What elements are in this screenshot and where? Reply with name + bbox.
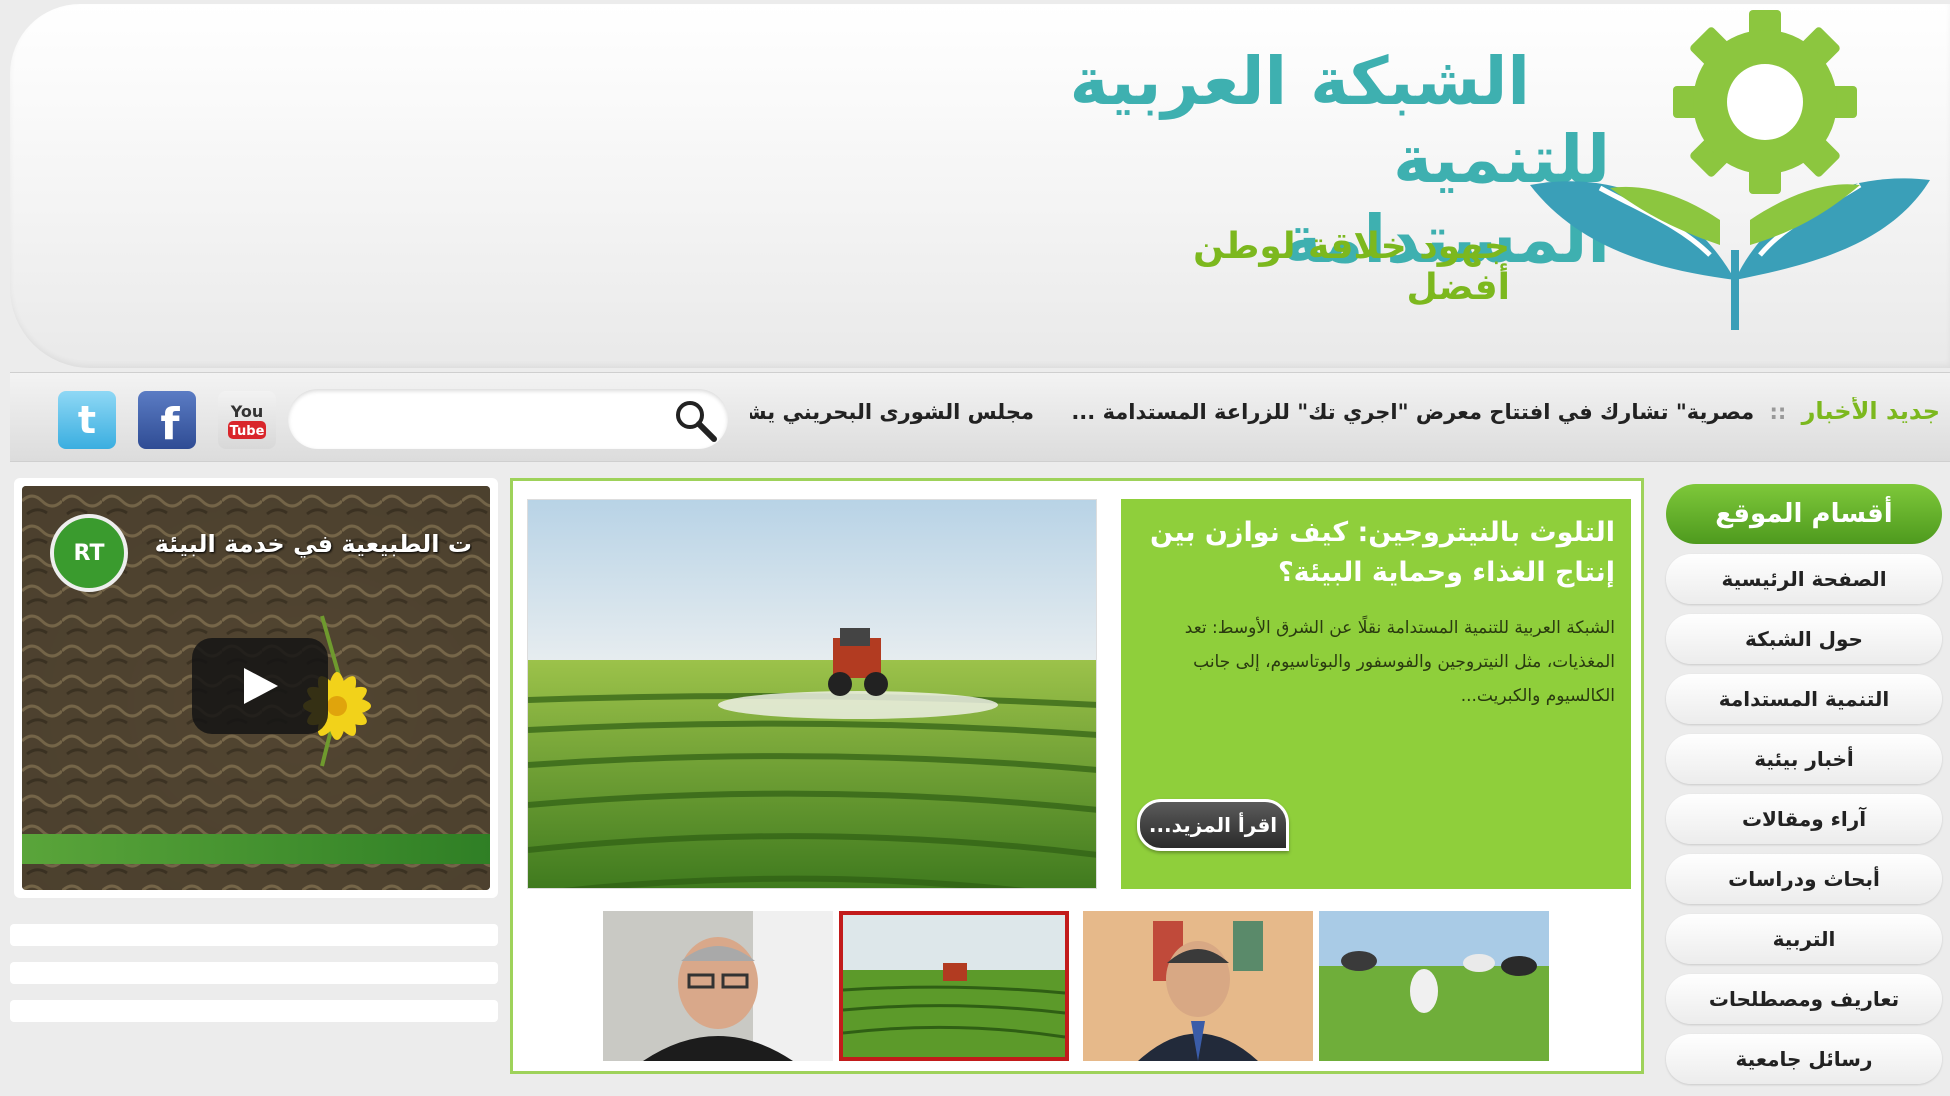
ticker-item[interactable]: مجلس الشورى البحريني يشارك في [750,400,1034,424]
video-title: ت الطبيعية في خدمة البيئة [154,530,472,558]
svg-text:Tube: Tube [230,424,265,439]
site-header: الشبكة العربية للتنمية المستدامة جهود خل… [10,4,1950,368]
rt-logo-icon: RT [50,514,128,592]
search-icon[interactable] [670,395,720,445]
news-ticker: جديد الأخبار :: مصرية" تشارك في افتتاح م… [750,397,1940,439]
tractor-field-image [528,500,1096,888]
ticker-separator: :: [1769,400,1787,424]
sidebar-item-about[interactable]: حول الشبكة [1666,614,1942,664]
cows-pasture-image [1319,911,1549,1061]
search-input[interactable] [288,389,728,449]
featured-slider: التلوث بالنيتروجين: كيف نوازن بين إنتاج … [510,478,1644,1074]
slider-thumbnail-active[interactable] [839,911,1069,1061]
video-widget[interactable]: RT ت الطبيعية في خدمة البيئة [14,478,498,898]
sidebar-item-theses[interactable]: رسائل جامعية [1666,1034,1942,1084]
gear-leaves-logo-icon[interactable] [1520,10,1940,350]
featured-image[interactable] [527,499,1097,889]
sidebar-item-sustainable-development[interactable]: التنمية المستدامة [1666,674,1942,724]
svg-text:You: You [230,402,264,421]
man-portrait-image [603,911,833,1061]
play-button[interactable] [192,638,328,734]
video-caption-bar [22,834,490,864]
sidebar-item-research[interactable]: أبحاث ودراسات [1666,854,1942,904]
top-bar: t f You Tube جديد الأخبار :: مصرية" تشار… [10,372,1950,462]
read-more-button[interactable]: اقرأ المزيد... [1137,799,1289,851]
slider-thumbnail[interactable] [603,911,833,1061]
svg-text:f: f [160,399,180,449]
left-widget-strip [10,924,498,946]
facebook-icon[interactable]: f [138,391,196,450]
man-suit-image [1083,911,1313,1061]
video-player[interactable]: RT ت الطبيعية في خدمة البيئة [22,486,490,890]
slider-thumbnail[interactable] [1083,911,1313,1061]
left-widget-strip [10,962,498,984]
left-widget-strip [10,1000,498,1022]
sidebar-item-education[interactable]: التربية [1666,914,1942,964]
tractor-field-thumb-image [843,915,1065,1057]
featured-excerpt: الشبكة العربية للتنمية المستدامة نقلًا ع… [1184,618,1615,706]
featured-panel: التلوث بالنيتروجين: كيف نوازن بين إنتاج … [1121,499,1631,889]
sidebar-item-glossary[interactable]: تعاريف ومصطلحات [1666,974,1942,1024]
site-sections-menu: أقسام الموقع الصفحة الرئيسية حول الشبكة … [1666,484,1946,1084]
ticker-label: جديد الأخبار [1801,397,1940,425]
site-slogan: جهود خلاقة لوطن أفضل [1193,226,1510,308]
slider-thumbnail[interactable] [1319,911,1549,1061]
featured-title[interactable]: التلوث بالنيتروجين: كيف نوازن بين إنتاج … [1137,513,1615,593]
svg-text:t: t [78,398,96,442]
sidebar-item-opinions[interactable]: آراء ومقالات [1666,794,1942,844]
sections-heading: أقسام الموقع [1666,484,1942,544]
twitter-icon[interactable]: t [58,391,116,449]
sidebar-item-home[interactable]: الصفحة الرئيسية [1666,554,1942,604]
youtube-icon[interactable]: You Tube [218,391,276,449]
ticker-item[interactable]: مصرية" تشارك في افتتاح معرض "اجري تك" لل… [1071,400,1754,424]
sidebar-item-environment-news[interactable]: أخبار بيئية [1666,734,1942,784]
